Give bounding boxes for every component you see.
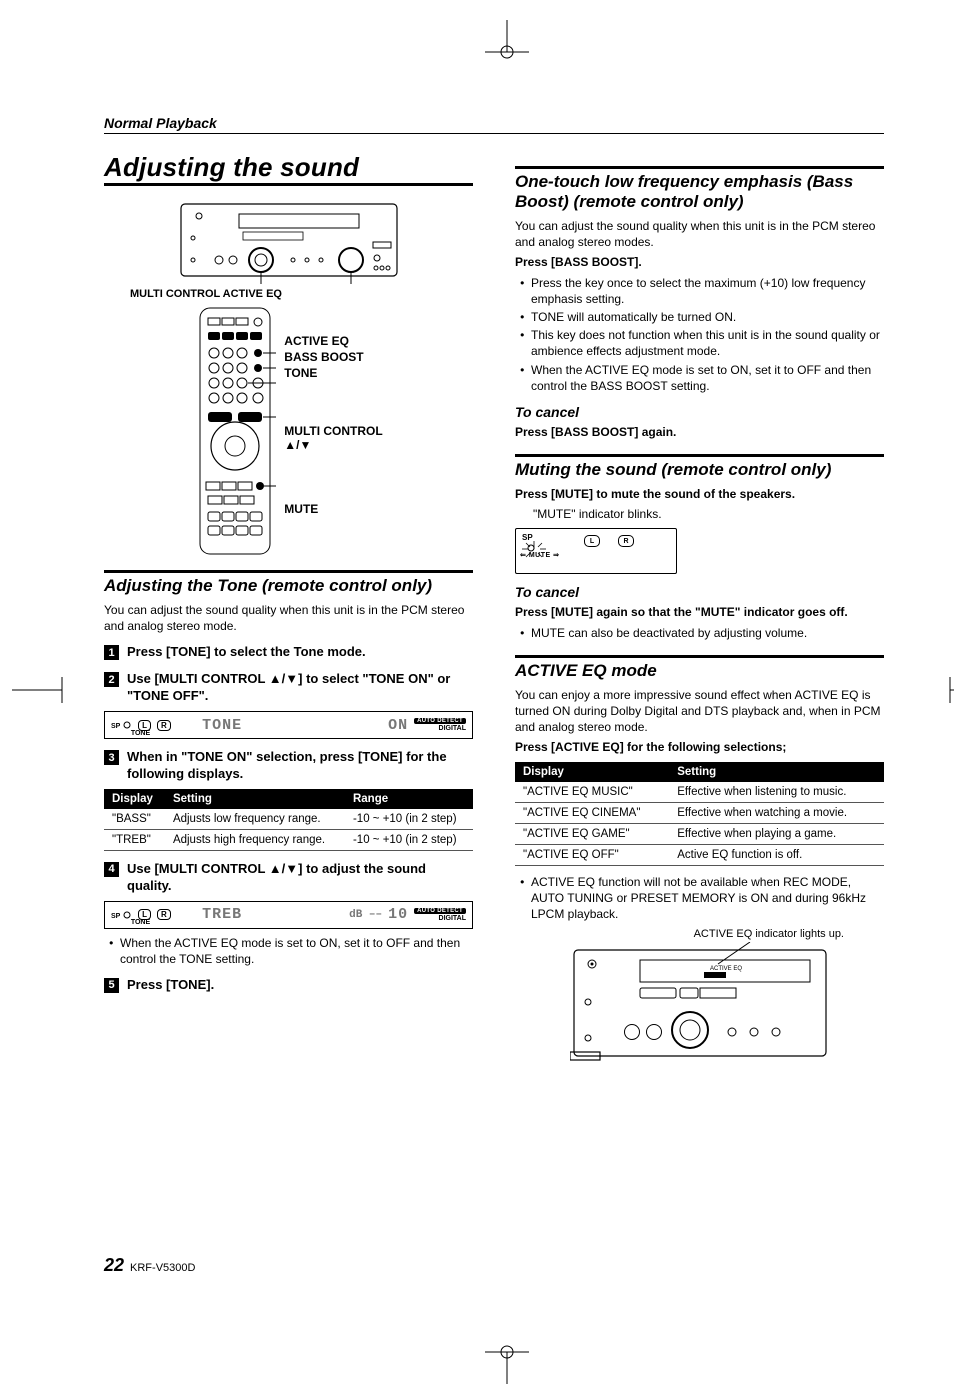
- mute-cancel-t: Press [MUTE] again so that the "MUTE" in…: [515, 604, 884, 620]
- running-head: Normal Playback: [104, 115, 884, 134]
- mute-blinks: "MUTE" indicator blinks.: [533, 506, 884, 522]
- table-row: "ACTIVE EQ OFF"Active EQ function is off…: [515, 844, 884, 865]
- front-panel-illustration: ACTIVE EQ indicator lights up. ACTIVE EQ: [515, 928, 884, 1062]
- lcd-treb: SP LR TONE TREB dB –– 10 AUTO DETECT DIG…: [104, 901, 473, 929]
- tone-table: Display Setting Range "BASS"Adjusts low …: [104, 789, 473, 851]
- left-column: Adjusting the sound: [104, 152, 473, 1062]
- bass-bullets: Press the key once to select the maximum…: [515, 275, 884, 394]
- eq-heading: ACTIVE EQ mode: [515, 655, 884, 681]
- svg-text:ACTIVE EQ: ACTIVE EQ: [710, 966, 742, 972]
- bass-cancel-h: To cancel: [515, 404, 884, 420]
- step-num-2: 2: [104, 672, 119, 687]
- mute-cancel-h: To cancel: [515, 584, 884, 600]
- remote-callouts: ACTIVE EQ BASS BOOST TONE MULTI CONTROL …: [284, 306, 382, 556]
- mute-heading: Muting the sound (remote control only): [515, 454, 884, 480]
- callout-mute: MUTE: [284, 502, 382, 516]
- step-3-text: When in "TONE ON" selection, press [TONE…: [127, 749, 473, 783]
- bass-press: Press [BASS BOOST].: [515, 254, 884, 270]
- step-num-5: 5: [104, 978, 119, 993]
- receiver-labels: MULTI CONTROL ACTIVE EQ: [130, 288, 282, 300]
- bass-intro: You can adjust the sound quality when th…: [515, 218, 884, 250]
- eq-press: Press [ACTIVE EQ] for the following sele…: [515, 739, 884, 755]
- callout-tone: TONE: [284, 366, 382, 380]
- step-num-3: 3: [104, 750, 119, 765]
- mute-display: SP LR ⇐ MUTE ⇒: [515, 528, 677, 574]
- table-row: "ACTIVE EQ CINEMA"Effective when watchin…: [515, 802, 884, 823]
- table-row: "ACTIVE EQ GAME"Effective when playing a…: [515, 823, 884, 844]
- step-num-1: 1: [104, 645, 119, 660]
- tone-intro: You can adjust the sound quality when th…: [104, 602, 473, 634]
- eq-note: ACTIVE EQ function will not be available…: [531, 874, 884, 923]
- receiver-illustration: MULTI CONTROL ACTIVE EQ: [104, 198, 473, 300]
- tone-heading: Adjusting the Tone (remote control only): [104, 570, 473, 596]
- table-row: "TREB"Adjusts high frequency range.-10 ~…: [104, 829, 473, 850]
- step-4-text: Use [MULTI CONTROL ▲/▼] to adjust the so…: [127, 861, 473, 895]
- eq-table: Display Setting "ACTIVE EQ MUSIC"Effecti…: [515, 762, 884, 866]
- step-5-text: Press [TONE].: [127, 977, 214, 994]
- step-num-4: 4: [104, 862, 119, 877]
- callout-active-eq: ACTIVE EQ: [284, 334, 382, 348]
- page-title: Adjusting the sound: [104, 152, 473, 186]
- mute-note: MUTE can also be deactivated by adjustin…: [531, 625, 884, 641]
- step-1-text: Press [TONE] to select the Tone mode.: [127, 644, 366, 661]
- lcd-tone-on: SP LR TONE TONE ON AUTO DETECT DIGITAL: [104, 711, 473, 739]
- bass-heading: One-touch low frequency emphasis (Bass B…: [515, 166, 884, 212]
- mute-press: Press [MUTE] to mute the sound of the sp…: [515, 486, 884, 502]
- callout-multi-control: MULTI CONTROL: [284, 424, 382, 438]
- right-column: One-touch low frequency emphasis (Bass B…: [515, 152, 884, 1062]
- eq-intro: You can enjoy a more impressive sound ef…: [515, 687, 884, 736]
- tone-note: When the ACTIVE EQ mode is set to ON, se…: [120, 935, 473, 967]
- remote-illustration: [194, 306, 276, 556]
- bass-cancel-t: Press [BASS BOOST] again.: [515, 424, 884, 440]
- step-2-text: Use [MULTI CONTROL ▲/▼] to select "TONE …: [127, 671, 473, 705]
- page-footer: 22KRF-V5300D: [104, 1255, 195, 1276]
- table-row: "BASS"Adjusts low frequency range.-10 ~ …: [104, 809, 473, 830]
- callout-arrows: ▲/▼: [284, 438, 382, 452]
- table-row: "ACTIVE EQ MUSIC"Effective when listenin…: [515, 782, 884, 803]
- callout-bass-boost: BASS BOOST: [284, 350, 382, 364]
